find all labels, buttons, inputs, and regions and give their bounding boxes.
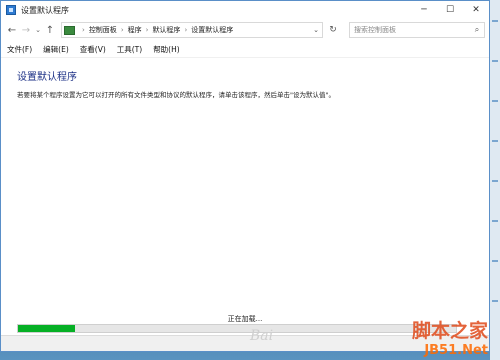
control-panel-icon [6,5,16,15]
breadcrumb-default-programs[interactable]: 默认程序 [152,25,180,35]
background-text-fragment [492,100,498,102]
breadcrumb-programs[interactable]: 程序 [128,25,142,35]
forward-button[interactable]: → [19,22,33,38]
loading-progress-bar [17,324,457,333]
refresh-button[interactable]: ↻ [325,22,341,38]
menu-bar: 文件(F) 编辑(E) 查看(V) 工具(T) 帮助(H) [1,41,489,57]
background-text-fragment [492,220,498,222]
main-content: 设置默认程序 若要将某个程序设置为它可以打开的所有文件类型和协议的默认程序，请单… [1,57,489,335]
control-panel-window: 设置默认程序 ─ ☐ ✕ ← → ⌄ ↑ › 控制面板 › 程序 › 默认程序 … [0,0,490,352]
maximize-button[interactable]: ☐ [437,1,463,19]
menu-tools[interactable]: 工具(T) [117,44,142,55]
background-window-edge [490,0,500,360]
address-bar[interactable]: › 控制面板 › 程序 › 默认程序 › 设置默认程序 ⌄ [61,22,323,38]
menu-edit[interactable]: 编辑(E) [43,44,69,55]
minimize-button[interactable]: ─ [411,1,437,19]
search-placeholder: 搜索控制面板 [354,26,396,34]
navigation-bar: ← → ⌄ ↑ › 控制面板 › 程序 › 默认程序 › 设置默认程序 ⌄ ↻ … [1,19,489,41]
breadcrumb-set-default-programs[interactable]: 设置默认程序 [191,25,233,35]
breadcrumb-separator: › [120,26,124,34]
menu-view[interactable]: 查看(V) [80,44,106,55]
background-text-fragment [492,20,498,22]
page-title: 设置默认程序 [17,72,77,83]
page-description: 若要将某个程序设置为它可以打开的所有文件类型和协议的默认程序，请单击该程序，然后… [17,91,335,99]
background-text-fragment [492,180,498,182]
close-button[interactable]: ✕ [463,1,489,19]
control-panel-location-icon [64,25,75,35]
back-button[interactable]: ← [5,22,19,38]
menu-file[interactable]: 文件(F) [7,44,32,55]
breadcrumb-separator: › [145,26,149,34]
breadcrumb-control-panel[interactable]: 控制面板 [89,25,117,35]
background-text-fragment [492,60,498,62]
recent-locations-caret-icon[interactable]: ⌄ [33,26,43,34]
window-title: 设置默认程序 [21,5,69,15]
baidu-watermark: Bai [250,328,274,344]
menu-help[interactable]: 帮助(H) [153,44,180,55]
address-dropdown-icon[interactable]: ⌄ [310,26,322,34]
search-input[interactable]: 搜索控制面板 ⌕ [349,22,485,38]
background-text-fragment [492,300,498,302]
breadcrumb-separator: › [184,26,188,34]
background-text-fragment [492,260,498,262]
background-text-fragment [492,140,498,142]
breadcrumb-separator: › [82,26,85,34]
up-button[interactable]: ↑ [43,22,57,38]
watermark-line1: 脚本之家 [411,320,488,342]
watermark-line2: JB51.Net [424,343,488,358]
title-bar: 设置默认程序 ─ ☐ ✕ [1,1,489,19]
site-watermark: 脚本之家 JB51.Net [412,316,488,358]
progress-fill [18,325,75,332]
search-icon[interactable]: ⌕ [470,25,484,35]
